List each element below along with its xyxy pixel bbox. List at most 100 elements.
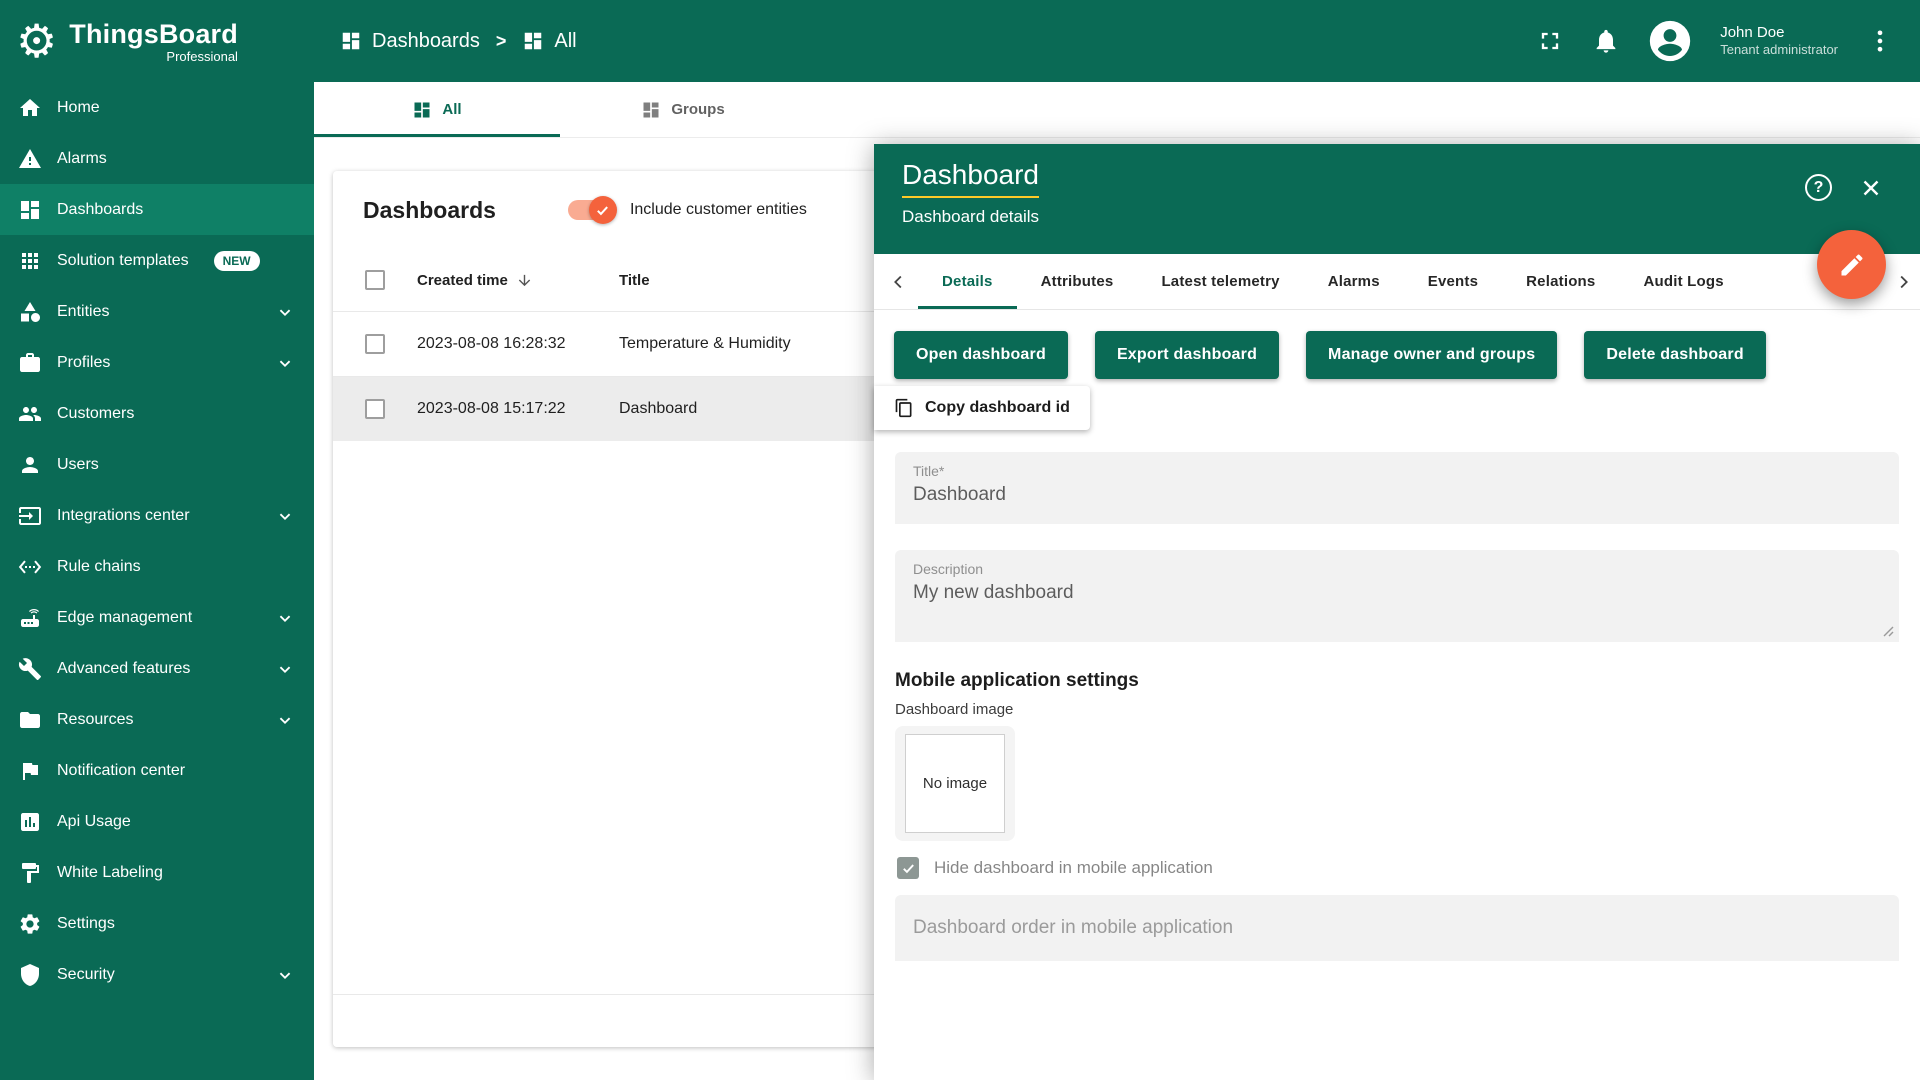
help-button[interactable]: ? xyxy=(1805,174,1832,201)
notifications-bell-button[interactable] xyxy=(1592,27,1620,55)
chevron-down-icon xyxy=(274,607,296,629)
tab-groups[interactable]: Groups xyxy=(560,82,806,137)
drawer-subtitle: Dashboard details xyxy=(902,207,1892,227)
tabs-scroll-right-button[interactable] xyxy=(1886,254,1920,309)
tab-latest-telemetry[interactable]: Latest telemetry xyxy=(1137,254,1303,309)
close-icon xyxy=(1858,175,1884,201)
tab-details[interactable]: Details xyxy=(918,254,1017,309)
created-time-value: 2023-08-08 16:28:32 xyxy=(417,335,566,353)
router-icon xyxy=(18,606,42,630)
no-image-box: No image xyxy=(905,734,1005,833)
sidebar-item-profiles[interactable]: Profiles xyxy=(0,337,314,388)
column-header-created-time[interactable]: Created time xyxy=(417,272,619,289)
drawer-tabs: Details Attributes Latest telemetry Alar… xyxy=(874,254,1920,310)
home-icon xyxy=(18,96,42,120)
sidebar-item-customers[interactable]: Customers xyxy=(0,388,314,439)
title-field-value: Dashboard xyxy=(913,484,1881,506)
row-check-cell xyxy=(365,399,417,419)
sidebar-item-rule-chains[interactable]: Rule chains xyxy=(0,541,314,592)
mobile-settings-heading: Mobile application settings xyxy=(895,670,1899,692)
sidebar-item-label: Solution templates xyxy=(57,252,189,270)
flag-icon xyxy=(18,759,42,783)
sidebar-item-security[interactable]: Security xyxy=(0,949,314,1000)
include-customer-entities-toggle[interactable] xyxy=(568,200,614,220)
pencil-icon xyxy=(1838,251,1866,279)
title-value: Dashboard xyxy=(619,400,697,417)
breadcrumb-dashboards[interactable]: Dashboards xyxy=(340,30,480,53)
hide-dashboard-checkbox xyxy=(897,857,919,879)
manage-owner-groups-button[interactable]: Manage owner and groups xyxy=(1306,331,1557,379)
sidebar-item-label: Rule chains xyxy=(57,558,141,576)
sidebar-item-users[interactable]: Users xyxy=(0,439,314,490)
paint-icon xyxy=(18,861,42,885)
hide-dashboard-label: Hide dashboard in mobile application xyxy=(934,858,1213,878)
sidebar-item-notification-center[interactable]: Notification center xyxy=(0,745,314,796)
fullscreen-button[interactable] xyxy=(1536,27,1564,55)
sidebar-item-white-labeling[interactable]: White Labeling xyxy=(0,847,314,898)
row-checkbox[interactable] xyxy=(365,399,385,419)
tab-attributes[interactable]: Attributes xyxy=(1017,254,1138,309)
chevron-down-icon xyxy=(274,505,296,527)
breadcrumb-separator: > xyxy=(496,31,507,52)
open-dashboard-button[interactable]: Open dashboard xyxy=(894,331,1068,379)
apps-grid-icon xyxy=(18,249,42,273)
dashboard-image-placeholder: No image xyxy=(895,726,1015,841)
sidebar-item-home[interactable]: Home xyxy=(0,82,314,133)
sidebar-item-label: Resources xyxy=(57,711,133,729)
tab-audit-logs[interactable]: Audit Logs xyxy=(1619,254,1747,309)
user-info: John Doe Tenant administrator xyxy=(1720,23,1838,59)
select-all-cell xyxy=(365,270,417,290)
sidebar-item-advanced-features[interactable]: Advanced features xyxy=(0,643,314,694)
entity-tabs: All Groups xyxy=(314,82,1920,138)
sidebar-item-solution-templates[interactable]: Solution templates NEW xyxy=(0,235,314,286)
folder-icon xyxy=(18,708,42,732)
sidebar-item-label: Settings xyxy=(57,915,115,933)
person-icon xyxy=(18,453,42,477)
tab-label: All xyxy=(442,101,461,118)
sidebar-item-label: Api Usage xyxy=(57,813,131,831)
dashboard-details-form: Title* Dashboard Description My new dash… xyxy=(874,430,1920,961)
select-all-checkbox[interactable] xyxy=(365,270,385,290)
drawer-header-actions: ? xyxy=(1805,174,1884,201)
delete-dashboard-button[interactable]: Delete dashboard xyxy=(1584,331,1765,379)
tab-alarms[interactable]: Alarms xyxy=(1304,254,1404,309)
sidebar-item-api-usage[interactable]: Api Usage xyxy=(0,796,314,847)
title-field: Title* Dashboard xyxy=(895,452,1899,524)
dashboard-order-field: Dashboard order in mobile application xyxy=(895,895,1899,961)
topbar: Dashboards > All John Doe Tenant adminis… xyxy=(314,0,1920,82)
sidebar: ⚙ ThingsBoard Professional Home Alarms D… xyxy=(0,0,314,1080)
tab-relations[interactable]: Relations xyxy=(1502,254,1619,309)
sidebar-item-integrations-center[interactable]: Integrations center xyxy=(0,490,314,541)
copy-dashboard-id-button[interactable]: Copy dashboard id xyxy=(874,386,1090,430)
user-avatar[interactable] xyxy=(1648,19,1692,63)
sidebar-item-alarms[interactable]: Alarms xyxy=(0,133,314,184)
sidebar-item-entities[interactable]: Entities xyxy=(0,286,314,337)
sidebar-item-settings[interactable]: Settings xyxy=(0,898,314,949)
sidebar-item-resources[interactable]: Resources xyxy=(0,694,314,745)
tabs-scroll-left-button[interactable] xyxy=(880,254,918,309)
sidebar-item-dashboards[interactable]: Dashboards xyxy=(0,184,314,235)
created-time-value: 2023-08-08 15:17:22 xyxy=(417,400,566,418)
sidebar-item-label: Edge management xyxy=(57,609,192,627)
breadcrumb-all[interactable]: All xyxy=(522,30,576,53)
tab-all[interactable]: All xyxy=(314,82,560,137)
textarea-resize-handle[interactable] xyxy=(1882,625,1894,637)
export-dashboard-button[interactable]: Export dashboard xyxy=(1095,331,1279,379)
row-checkbox[interactable] xyxy=(365,334,385,354)
dashboards-icon xyxy=(18,198,42,222)
sidebar-item-edge-management[interactable]: Edge management xyxy=(0,592,314,643)
description-field-value: My new dashboard xyxy=(913,582,1881,604)
more-menu-button[interactable] xyxy=(1866,27,1894,55)
topbar-right: John Doe Tenant administrator xyxy=(1536,19,1894,63)
tab-events[interactable]: Events xyxy=(1404,254,1502,309)
chart-icon xyxy=(18,810,42,834)
chevron-down-icon xyxy=(274,964,296,986)
briefcase-icon xyxy=(18,351,42,375)
app-logo: ⚙ ThingsBoard Professional xyxy=(0,0,314,82)
input-icon xyxy=(18,504,42,528)
toggle-thumb xyxy=(589,196,617,224)
sidebar-item-label: Entities xyxy=(57,303,109,321)
edit-fab-button[interactable] xyxy=(1817,230,1886,299)
close-button[interactable] xyxy=(1858,175,1884,201)
description-field: Description My new dashboard xyxy=(895,550,1899,642)
